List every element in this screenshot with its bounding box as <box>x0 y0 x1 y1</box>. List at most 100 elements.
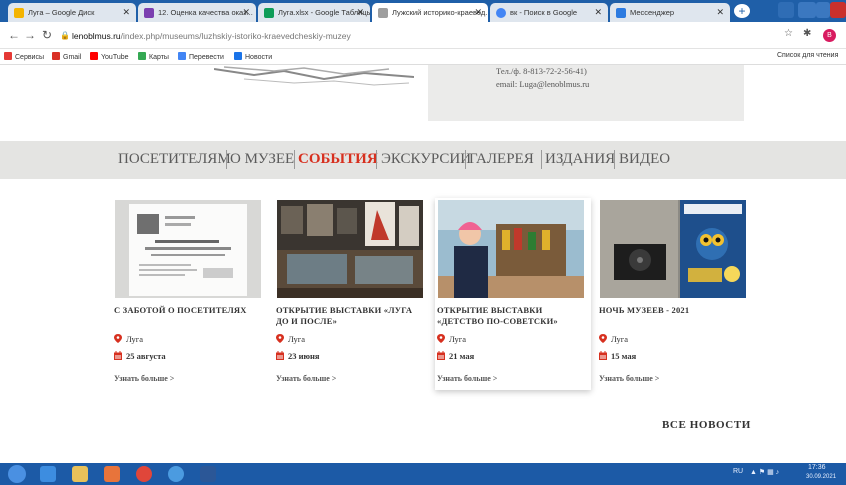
all-news-link[interactable]: ВСЕ НОВОСТИ <box>662 419 751 431</box>
tab-label: 12. Оценка качества оказ... <box>158 8 253 17</box>
menu-item-publications[interactable]: ИЗДАНИЯ <box>545 151 615 168</box>
bookmark-translate[interactable]: Перевести <box>178 52 224 61</box>
word-icon[interactable] <box>200 466 216 482</box>
close-icon[interactable]: ✕ <box>122 7 130 18</box>
menu-item-about[interactable]: О МУЗЕЕ <box>230 151 294 168</box>
menu-item-events[interactable]: СОБЫТИЯ <box>298 151 378 168</box>
maximize-button[interactable] <box>816 2 830 18</box>
bookmark-news[interactable]: Новости <box>234 52 272 61</box>
tab-quality-assessment[interactable]: 12. Оценка качества оказ... ✕ <box>138 3 256 22</box>
url-host: lenoblmus.ru <box>72 31 121 41</box>
url-path: /index.php/museums/luzhskiy-istoriko-kra… <box>120 31 351 41</box>
youtube-icon <box>90 52 98 60</box>
news-card[interactable]: ОТКРЫТИЕ ВЫСТАВКИ «ДЕТСТВО ПО-СОВЕТСКИ» … <box>435 198 591 390</box>
bookmark-maps[interactable]: Карты <box>138 52 169 61</box>
url-input[interactable]: 🔒 lenoblmus.ru/index.php/museums/luzhski… <box>58 26 778 45</box>
news-thumbnail-museum-night[interactable] <box>600 200 746 298</box>
browser-menu-circle-icon[interactable] <box>778 2 794 18</box>
bookmark-star-icon[interactable]: ☆ <box>784 28 793 39</box>
messenger-taskbar-icon[interactable] <box>168 466 184 482</box>
minimize-button[interactable] <box>798 2 816 18</box>
close-icon[interactable]: ✕ <box>594 7 602 18</box>
google-icon <box>496 8 506 18</box>
menu-divider <box>541 150 542 169</box>
learn-more-link[interactable]: Узнать больше > <box>114 374 174 383</box>
clock-date[interactable]: 30.09.2021 <box>806 474 836 480</box>
close-icon[interactable]: ✕ <box>474 7 482 18</box>
reading-list[interactable]: Список для чтения <box>777 52 838 59</box>
bookmark-services[interactable]: Сервисы <box>4 52 44 61</box>
profile-avatar[interactable]: B <box>823 29 836 42</box>
bookmarks-bar: Сервисы Gmail YouTube Карты Перевести Но… <box>0 49 846 65</box>
windows-taskbar: RU ▲ ⚑ ▦ ♪ 17:36 30.09.2021 <box>0 463 846 485</box>
menu-divider <box>376 150 377 169</box>
close-icon[interactable]: ✕ <box>242 7 250 18</box>
tab-google-drive[interactable]: Луга – Google Диск ✕ <box>8 3 136 22</box>
bookmark-gmail[interactable]: Gmail <box>52 52 81 61</box>
news-title[interactable]: С ЗАБОТОЙ О ПОСЕТИТЕЛЯХ <box>114 305 264 316</box>
learn-more-link[interactable]: Узнать больше > <box>437 374 497 383</box>
calendar-icon <box>114 351 122 360</box>
back-arrow-icon[interactable]: ← <box>8 28 20 42</box>
news-card[interactable]: НОЧЬ МУЗЕЕВ - 2021 Луга 15 мая Узнать бо… <box>597 198 753 390</box>
tab-messenger[interactable]: Мессенджер ✕ <box>610 3 730 22</box>
reload-icon[interactable]: ↻ <box>42 28 52 42</box>
contact-box: Тел./ф. 8-813-72-2-56-41) email: Luga@le… <box>428 65 744 121</box>
museum-icon <box>378 8 388 18</box>
news-card[interactable]: С ЗАБОТОЙ О ПОСЕТИТЕЛЯХ Луга 25 августа … <box>112 198 268 390</box>
news-location: Луга <box>599 334 628 344</box>
google-drive-icon <box>14 8 24 18</box>
language-indicator[interactable]: RU <box>733 468 743 475</box>
menu-divider <box>614 150 615 169</box>
tab-museum[interactable]: Лужский историко-краевед... ✕ <box>372 3 488 22</box>
media-player-icon[interactable] <box>104 466 120 482</box>
news-date: 21 мая <box>437 351 474 361</box>
news-location: Луга <box>437 334 466 344</box>
forward-arrow-icon[interactable]: → <box>24 28 36 42</box>
map-pin-icon <box>114 334 122 343</box>
learn-more-link[interactable]: Узнать больше > <box>276 374 336 383</box>
learn-more-link[interactable]: Узнать больше > <box>599 374 659 383</box>
chrome-icon[interactable] <box>136 466 152 482</box>
start-button[interactable] <box>8 465 26 483</box>
bookmark-youtube[interactable]: YouTube <box>90 52 129 61</box>
news-thumbnail-exhibition[interactable] <box>277 200 423 298</box>
sheets-icon <box>264 8 274 18</box>
news-thumbnail-certificate[interactable] <box>115 200 261 298</box>
forms-icon <box>144 8 154 18</box>
news-title[interactable]: ОТКРЫТИЕ ВЫСТАВКИ «ДЕТСТВО ПО-СОВЕТСКИ» <box>437 305 587 327</box>
map-pin-icon <box>437 334 445 343</box>
internet-explorer-icon[interactable] <box>40 466 56 482</box>
clock-time[interactable]: 17:36 <box>808 464 826 471</box>
new-tab-button[interactable]: + <box>734 4 750 18</box>
news-title[interactable]: НОЧЬ МУЗЕЕВ - 2021 <box>599 305 749 316</box>
tray-icons[interactable]: ▲ ⚑ ▦ ♪ <box>750 468 779 476</box>
file-explorer-icon[interactable] <box>72 466 88 482</box>
contact-email[interactable]: email: Luga@lenoblmus.ru <box>496 79 589 89</box>
calendar-icon <box>599 351 607 360</box>
tab-label: Луга – Google Диск <box>28 8 95 17</box>
contact-phone: Тел./ф. 8-813-72-2-56-41) <box>496 66 587 76</box>
tab-google-search[interactable]: вк - Поиск в Google ✕ <box>490 3 608 22</box>
news-card[interactable]: ОТКРЫТИЕ ВЫСТАВКИ «ЛУГА ДО И ПОСЛЕ» Луга… <box>274 198 430 390</box>
translate-icon <box>178 52 186 60</box>
address-bar-row: ← → ↻ 🔒 lenoblmus.ru/index.php/museums/l… <box>0 22 846 49</box>
close-icon[interactable]: ✕ <box>716 7 724 18</box>
close-window-button[interactable] <box>830 2 846 18</box>
menu-item-video[interactable]: ВИДЕО <box>619 151 670 168</box>
tab-label: Мессенджер <box>630 8 675 17</box>
menu-item-gallery[interactable]: ГАЛЕРЕЯ <box>469 151 534 168</box>
tab-google-sheets[interactable]: Луга.xlsx - Google Таблицы ✕ <box>258 3 370 22</box>
menu-divider <box>226 150 227 169</box>
messenger-icon <box>616 8 626 18</box>
map-pin-icon <box>276 334 284 343</box>
menu-item-excursions[interactable]: ЭКСКУРСИИ <box>381 151 471 168</box>
news-title[interactable]: ОТКРЫТИЕ ВЫСТАВКИ «ЛУГА ДО И ПОСЛЕ» <box>276 305 426 327</box>
extensions-icon[interactable]: ✱ <box>803 28 811 39</box>
news-date: 15 мая <box>599 351 636 361</box>
menu-item-visitors[interactable]: ПОСЕТИТЕЛЯМ <box>118 151 231 168</box>
header-sketch-image <box>214 66 414 86</box>
close-icon[interactable]: ✕ <box>356 7 364 18</box>
news-thumbnail-childhood[interactable] <box>438 200 584 298</box>
maps-icon <box>138 52 146 60</box>
